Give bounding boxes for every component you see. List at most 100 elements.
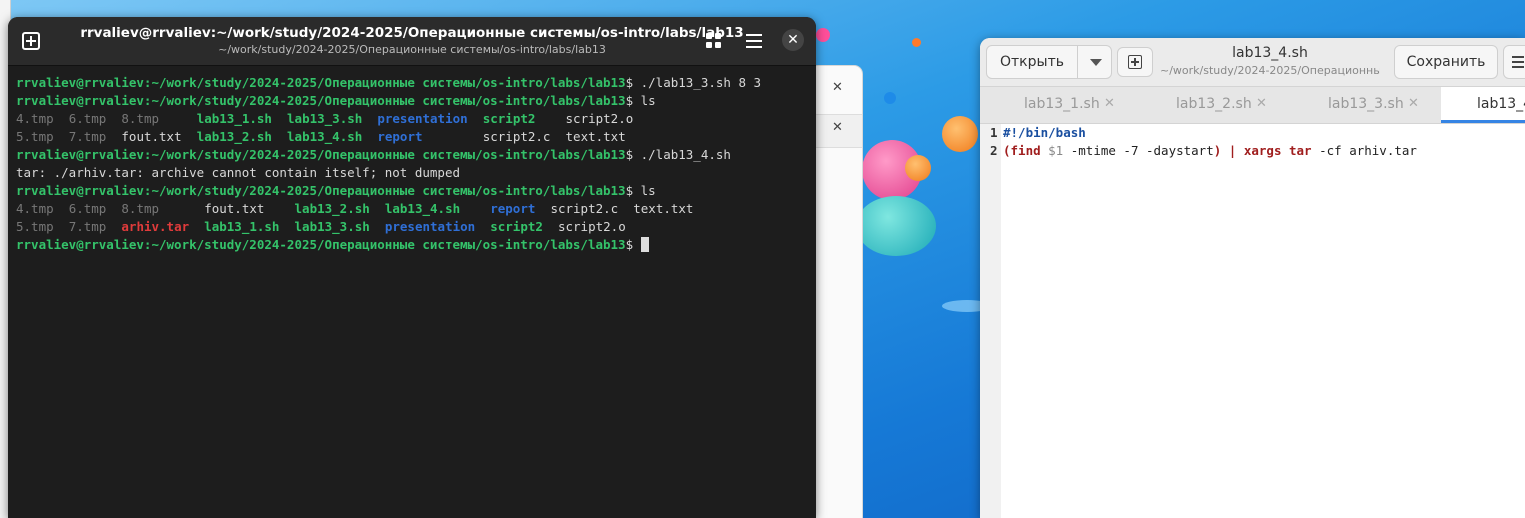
file: lab13_2.sh: [196, 129, 272, 144]
new-document-button[interactable]: [1117, 47, 1153, 77]
close-icon[interactable]: ✕: [1408, 96, 1419, 111]
terminal-title: rrvaliev@rrvaliev:~/work/study/2024-2025…: [80, 25, 744, 41]
shebang: #!/bin/bash: [1003, 125, 1086, 140]
tab-label: lab13_1.sh: [1024, 96, 1100, 112]
file: 7.tmp: [68, 129, 107, 144]
file: lab13_4.sh: [384, 201, 461, 216]
code-line: (find $1 -mtime -7 -daystart) | xargs ta…: [1003, 142, 1417, 160]
prompt: rrvaliev@rrvaliev:~/work/study/2024-2025…: [16, 183, 626, 198]
ls-row: 4.tmp 6.tmp 8.tmp fout.txt lab13_2.sh la…: [16, 200, 808, 218]
file: 7.tmp: [68, 219, 107, 234]
file: text.txt: [565, 129, 626, 144]
open-button[interactable]: Открыть: [986, 45, 1112, 79]
file: 5.tmp: [16, 219, 54, 234]
terminal-line: rrvaliev@rrvaliev:~/work/study/2024-2025…: [16, 74, 808, 92]
terminal-line: rrvaliev@rrvaliev:~/work/study/2024-2025…: [16, 182, 808, 200]
editor-title: lab13_4.sh: [1232, 45, 1308, 61]
text-cursor: [640, 237, 649, 252]
keyword: ) | xargs tar: [1213, 143, 1312, 158]
tab-label: lab13_2.sh: [1176, 96, 1252, 112]
command: $ ./lab13_4.sh: [625, 147, 731, 162]
tab-lab13-2[interactable]: lab13_2.sh ✕: [1132, 87, 1284, 123]
directory: report: [377, 129, 423, 144]
terminal-subtitle: ~/work/study/2024-2025/Операционные сист…: [218, 43, 606, 56]
wallpaper-balloon: [912, 38, 921, 47]
variable: $1: [1048, 143, 1064, 158]
terminal-line: rrvaliev@rrvaliev:~/work/study/2024-2025…: [16, 236, 808, 254]
archive-file: arhiv.tar: [121, 219, 190, 234]
terminal-header: rrvaliev@rrvaliev:~/work/study/2024-2025…: [8, 17, 816, 66]
prompt: rrvaliev@rrvaliev:~/work/study/2024-2025…: [16, 75, 626, 90]
divider: [1077, 46, 1078, 78]
arguments: -cf arhiv.tar: [1311, 143, 1417, 158]
tab-lab13-3[interactable]: lab13_3.sh ✕: [1284, 87, 1436, 123]
file: fout.txt: [204, 201, 265, 216]
editor-subtitle: ~/work/study/2024-2025/Операционные сист…: [1160, 64, 1380, 77]
line-number: 2: [990, 143, 998, 158]
prompt: rrvaliev@rrvaliev:~/work/study/2024-2025…: [16, 237, 626, 252]
save-button[interactable]: Сохранить: [1394, 45, 1498, 79]
new-document-icon: [1128, 55, 1142, 69]
file: 5.tmp: [16, 129, 54, 144]
file: lab13_1.sh: [204, 219, 280, 234]
directory: report: [490, 201, 536, 216]
file: 6.tmp: [68, 201, 107, 216]
close-icon[interactable]: ✕: [1256, 96, 1267, 111]
command: $: [625, 237, 641, 252]
ls-row: 5.tmp 7.tmp fout.txt lab13_2.sh lab13_4.…: [16, 128, 808, 146]
close-icon[interactable]: ✕: [782, 29, 804, 51]
file: 4.tmp: [16, 111, 54, 126]
keyword: (find: [1003, 143, 1049, 158]
line-number-gutter: [980, 124, 1001, 518]
file: script2.c: [550, 201, 619, 216]
terminal-line: rrvaliev@rrvaliev:~/work/study/2024-2025…: [16, 146, 808, 164]
command: $ ls: [625, 93, 656, 108]
file: lab13_2.sh: [294, 201, 370, 216]
open-button-label: Открыть: [1000, 54, 1064, 70]
file: text.txt: [633, 201, 694, 216]
error-line: tar: ./arhiv.tar: archive cannot contain…: [16, 165, 461, 180]
chevron-down-icon[interactable]: [1090, 59, 1102, 66]
file: 8.tmp: [121, 201, 160, 216]
code-area[interactable]: 1 2 #!/bin/bash (find $1 -mtime -7 -days…: [980, 124, 1525, 518]
hamburger-menu-icon[interactable]: [746, 34, 762, 48]
tab-lab13-4[interactable]: lab13_4.sh: [1441, 87, 1525, 123]
file: 8.tmp: [121, 111, 160, 126]
wallpaper-balloon: [905, 155, 931, 181]
arguments: -mtime -7 -daystart: [1063, 143, 1214, 158]
file: lab13_4.sh: [287, 129, 363, 144]
wallpaper-balloon: [884, 92, 896, 104]
close-icon[interactable]: ✕: [832, 120, 843, 135]
file: script2.c: [482, 129, 551, 144]
prompt: rrvaliev@rrvaliev:~/work/study/2024-2025…: [16, 93, 626, 108]
tab-lab13-1[interactable]: lab13_1.sh ✕: [980, 87, 1132, 123]
file: lab13_3.sh: [294, 219, 370, 234]
file: script2: [482, 111, 536, 126]
terminal-line: rrvaliev@rrvaliev:~/work/study/2024-2025…: [16, 92, 808, 110]
file: 4.tmp: [16, 201, 54, 216]
wallpaper-balloon: [816, 28, 830, 42]
ls-row: 5.tmp 7.tmp arhiv.tar lab13_1.sh lab13_3…: [16, 218, 808, 236]
editor-header: Открыть lab13_4.sh ~/work/study/2024-202…: [980, 38, 1525, 87]
file: lab13_1.sh: [196, 111, 272, 126]
terminal-output[interactable]: rrvaliev@rrvaliev:~/work/study/2024-2025…: [8, 66, 816, 262]
background-window: ✕ ✕: [810, 66, 862, 518]
grid-icon[interactable]: [706, 33, 722, 49]
text-editor-window[interactable]: Открыть lab13_4.sh ~/work/study/2024-202…: [980, 38, 1525, 518]
hamburger-menu-icon[interactable]: [1503, 45, 1525, 79]
file: script2.o: [565, 111, 634, 126]
tab-label: lab13_4.sh: [1477, 96, 1525, 112]
wallpaper-balloon: [856, 196, 936, 256]
directory: presentation: [377, 111, 468, 126]
directory: presentation: [384, 219, 476, 234]
terminal-window[interactable]: rrvaliev@rrvaliev:~/work/study/2024-2025…: [8, 17, 816, 518]
prompt: rrvaliev@rrvaliev:~/work/study/2024-2025…: [16, 147, 626, 162]
editor-tabs: lab13_1.sh ✕ lab13_2.sh ✕ lab13_3.sh ✕ lab1…: [980, 87, 1525, 124]
ls-row: 4.tmp 6.tmp 8.tmp lab13_1.sh lab13_3.sh …: [16, 110, 808, 128]
close-icon[interactable]: ✕: [1104, 96, 1115, 111]
file: fout.txt: [121, 129, 182, 144]
line-number: 1: [990, 125, 998, 140]
file: 6.tmp: [68, 111, 107, 126]
file: script2.o: [557, 219, 626, 234]
close-icon[interactable]: ✕: [832, 80, 843, 95]
